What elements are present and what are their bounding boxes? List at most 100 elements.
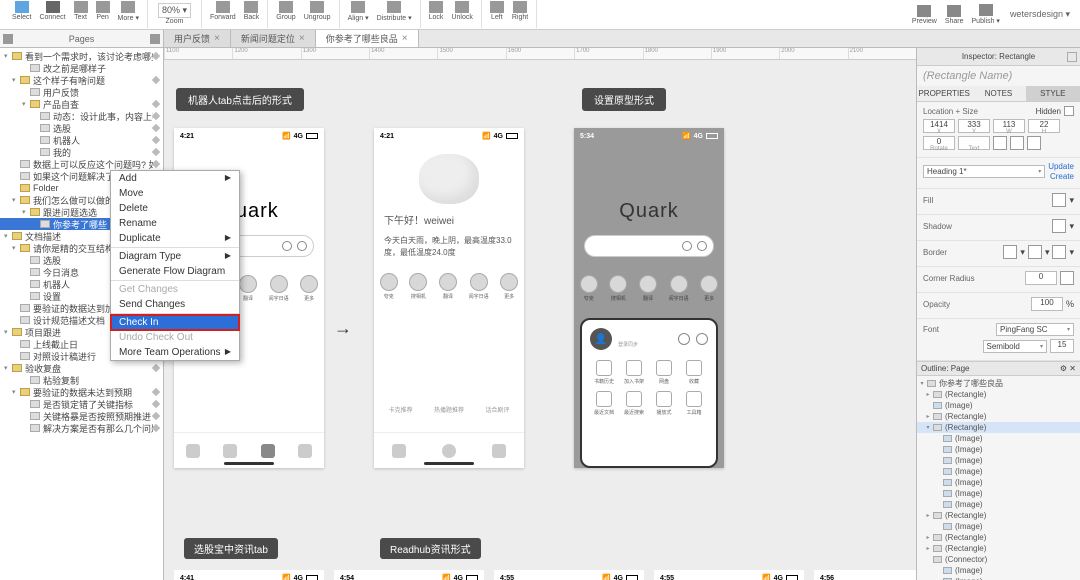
- tool-left[interactable]: Left: [486, 0, 508, 22]
- tree-item[interactable]: 选股: [0, 122, 163, 134]
- avatar-item[interactable]: 搜相机: [409, 273, 427, 300]
- grid-item[interactable]: 播放式: [650, 391, 678, 416]
- ctx-more-team-operations[interactable]: More Team Operations▶: [111, 345, 239, 360]
- outline-item[interactable]: (Image): [917, 466, 1080, 477]
- outline-item[interactable]: ▸(Rectangle): [917, 389, 1080, 400]
- tool-text[interactable]: Text: [70, 0, 92, 22]
- create-style-link[interactable]: Create: [1048, 172, 1074, 181]
- widget-name-field[interactable]: (Rectangle Name): [917, 66, 1080, 86]
- tree-item[interactable]: ▾看到一个需求时，该讨论考虑哪些?: [0, 50, 163, 62]
- tab-icon[interactable]: [261, 444, 275, 458]
- tool-distribute[interactable]: Distribute ▾: [373, 0, 416, 23]
- corner-type[interactable]: [1060, 271, 1074, 285]
- shadow-swatch[interactable]: [1052, 219, 1066, 233]
- ctx-delete[interactable]: Delete: [111, 201, 239, 216]
- border-style[interactable]: [1003, 245, 1017, 259]
- artboard-strip[interactable]: 4:55📶4G设备详情: [654, 570, 804, 580]
- text-rot-input[interactable]: Text: [958, 136, 990, 150]
- camera-icon[interactable]: [697, 241, 707, 251]
- tree-item[interactable]: 我的: [0, 146, 163, 158]
- login-label[interactable]: 点击登录: [618, 333, 646, 340]
- tab-properties[interactable]: PROPERTIES: [917, 86, 971, 101]
- expand-icon[interactable]: [1067, 52, 1077, 62]
- grid-item[interactable]: 最近搜索: [620, 391, 648, 416]
- avatar-item[interactable]: 夸克: [380, 273, 398, 300]
- ctx-send-changes[interactable]: Send Changes: [111, 297, 239, 312]
- ctx-add[interactable]: Add▶: [111, 171, 239, 186]
- ctx-diagram-type[interactable]: Diagram Type▶: [111, 249, 239, 264]
- doc-tab[interactable]: 新闻问题定位×: [231, 30, 316, 47]
- outline-item[interactable]: ▾(Rectangle): [917, 422, 1080, 433]
- user-avatar-icon[interactable]: 👤: [590, 328, 612, 350]
- refresh-icon[interactable]: [678, 333, 690, 345]
- ctx-move[interactable]: Move: [111, 186, 239, 201]
- artboard-phone-3[interactable]: 5:34📶4G Quark 夸克搜相机翻译阅字日语更多 👤 点击登录登录同步 书…: [574, 128, 724, 468]
- tab-style[interactable]: STYLE: [1026, 86, 1080, 101]
- search-input[interactable]: [584, 235, 714, 257]
- tree-item[interactable]: ▾要验证的数据未达到预期: [0, 386, 163, 398]
- outline-item[interactable]: (Connector): [917, 554, 1080, 565]
- mic-icon[interactable]: [682, 241, 692, 251]
- ctx-check-in[interactable]: Check In: [111, 315, 239, 330]
- tab-icon[interactable]: [392, 444, 406, 458]
- tree-item[interactable]: 动态：设计此事，内容上不1: [0, 110, 163, 122]
- outline-item[interactable]: ▸(Rectangle): [917, 543, 1080, 554]
- camera-icon[interactable]: [297, 241, 307, 251]
- font-family-dropdown[interactable]: PingFang SC▾: [996, 323, 1074, 336]
- tool-share[interactable]: Share: [941, 3, 968, 26]
- avatar-item[interactable]: 更多: [300, 275, 318, 302]
- outline-item[interactable]: (Image): [917, 444, 1080, 455]
- tree-icon[interactable]: [3, 34, 13, 44]
- doc-tab[interactable]: 用户反馈×: [164, 30, 231, 47]
- border-color[interactable]: [1052, 245, 1066, 259]
- outline-item[interactable]: (Image): [917, 565, 1080, 576]
- close-icon[interactable]: ×: [214, 33, 220, 44]
- flip-v-icon[interactable]: [1010, 136, 1024, 150]
- tool-zoom[interactable]: 80% ▾Zoom: [152, 0, 197, 26]
- grid-item[interactable]: 工具箱: [680, 391, 708, 416]
- tool-ungroup[interactable]: Ungroup: [300, 0, 335, 22]
- corner-input[interactable]: 0: [1025, 271, 1057, 285]
- artboard-phone-2[interactable]: 4:21📶4G 下午好！weiwei 今天白天雨，晚上阴，最高温度33.0度，最…: [374, 128, 524, 468]
- artboard-strip[interactable]: 4:55📶4G设备详情: [494, 570, 644, 580]
- avatar-item[interactable]: 翻译: [239, 275, 257, 302]
- tool-right[interactable]: Right: [508, 0, 532, 22]
- y-input[interactable]: 333Y: [958, 119, 990, 133]
- avatar-item[interactable]: 更多: [700, 275, 718, 302]
- bottom-sheet[interactable]: 👤 点击登录登录同步 书籍历史加入书架网盘收藏最近文档最近搜索播放式工具箱: [580, 318, 718, 468]
- hidden-checkbox[interactable]: [1064, 106, 1074, 116]
- outline-item[interactable]: (Image): [917, 488, 1080, 499]
- pill[interactable]: 卡克推荐: [383, 403, 419, 416]
- tree-item[interactable]: ▾验收复盘: [0, 362, 163, 374]
- avatar-item[interactable]: 阅字日语: [469, 273, 489, 300]
- tool-unlock[interactable]: Unlock: [447, 0, 476, 22]
- font-size-input[interactable]: 15: [1050, 339, 1074, 353]
- avatar-item[interactable]: 更多: [500, 273, 518, 300]
- grid-item[interactable]: 收藏: [680, 360, 708, 385]
- pill[interactable]: 热播题推荐: [428, 403, 470, 416]
- outline-item[interactable]: ▸(Rectangle): [917, 532, 1080, 543]
- h-input[interactable]: 22H: [1028, 119, 1060, 133]
- ctx-rename[interactable]: Rename: [111, 216, 239, 231]
- pill[interactable]: 话合剧评: [479, 403, 515, 416]
- tree-item[interactable]: 数据上可以反应这个问题吗? 如果反: [0, 158, 163, 170]
- outline-item[interactable]: (Image): [917, 400, 1080, 411]
- settings-icon[interactable]: [696, 333, 708, 345]
- tool-align[interactable]: Align ▾: [344, 0, 373, 23]
- rotate-input[interactable]: 0Rotate: [923, 136, 955, 150]
- outline-tools[interactable]: ⚙ ✕: [1060, 364, 1076, 373]
- tree-item[interactable]: 是否锁定错了关键指标: [0, 398, 163, 410]
- outline-item[interactable]: (Image): [917, 521, 1080, 532]
- avatar-item[interactable]: 阅字日语: [269, 275, 289, 302]
- avatar-item[interactable]: 夸克: [580, 275, 598, 302]
- outline-item[interactable]: (Image): [917, 455, 1080, 466]
- fill-swatch[interactable]: [1052, 193, 1066, 207]
- artboard-strip[interactable]: 4:54📶4GReadhub: [334, 570, 484, 580]
- tree-item[interactable]: ▾这个样子有啥问题: [0, 74, 163, 86]
- x-input[interactable]: 1414X: [923, 119, 955, 133]
- outline-item[interactable]: ▸(Rectangle): [917, 411, 1080, 422]
- tree-item[interactable]: 解决方案是否有那么几个问题: [0, 422, 163, 434]
- tool-pen[interactable]: Pen: [92, 0, 114, 22]
- ctx-generate-flow-diagram[interactable]: Generate Flow Diagram: [111, 264, 239, 279]
- tab-icon[interactable]: [442, 444, 456, 458]
